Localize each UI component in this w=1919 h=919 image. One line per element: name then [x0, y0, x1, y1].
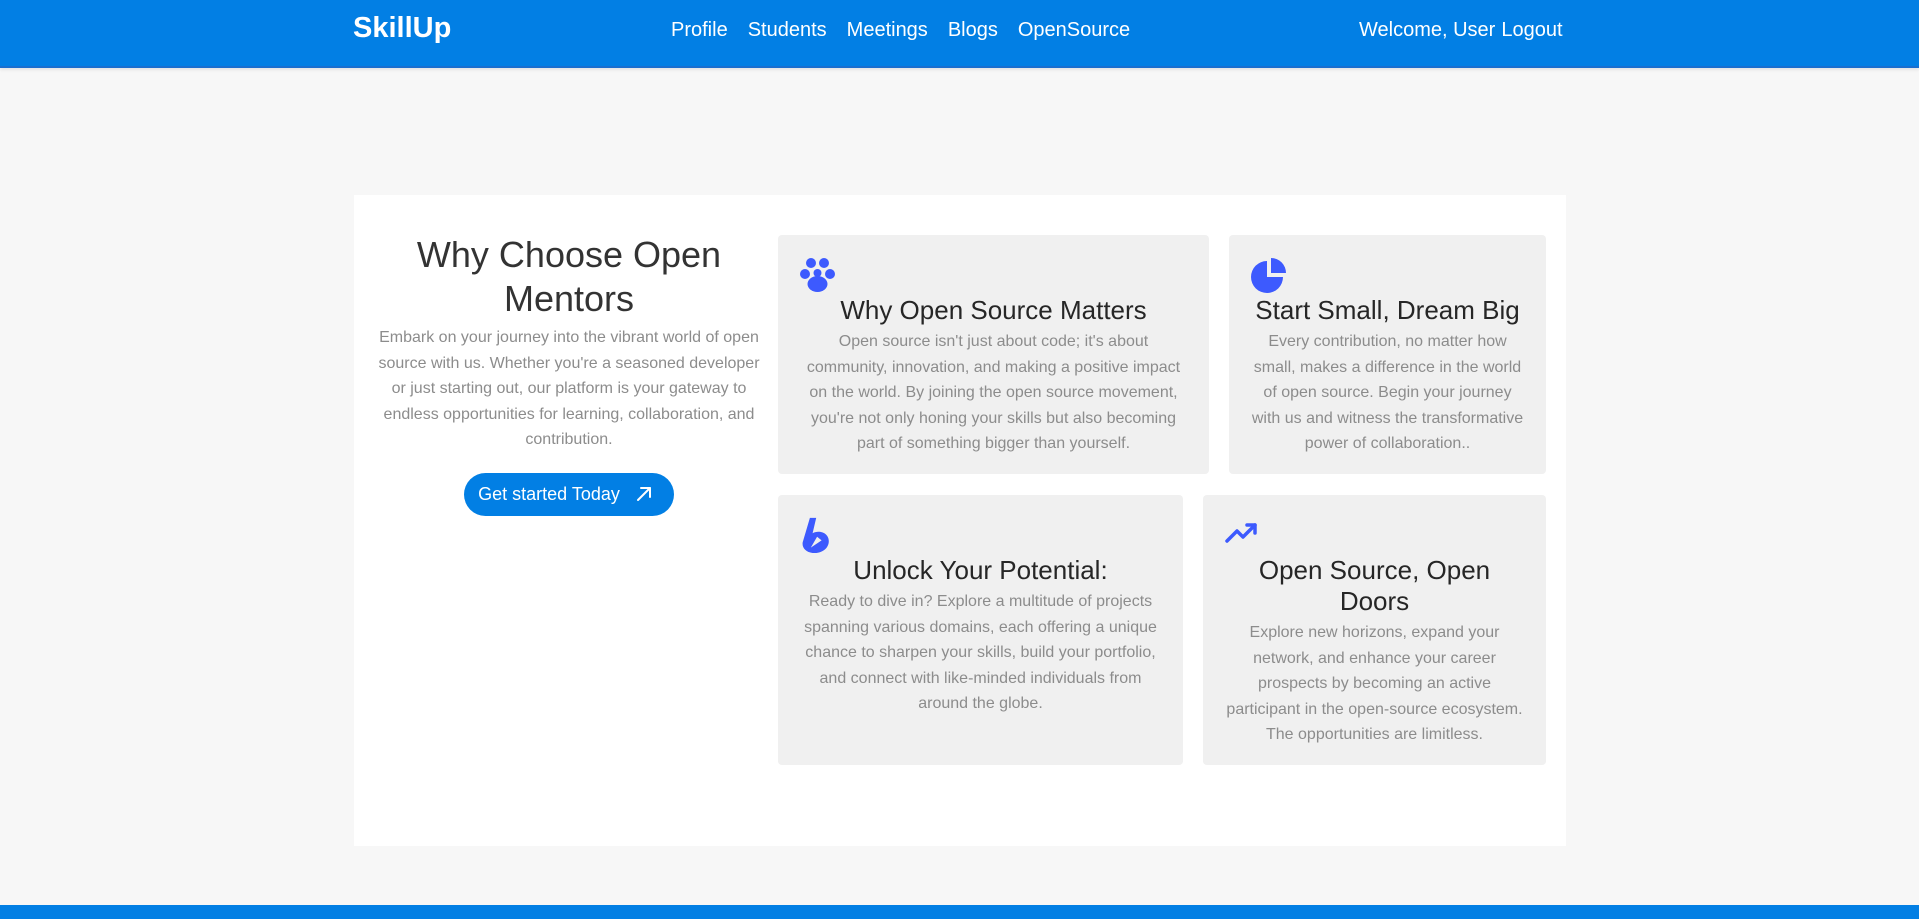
user-area: Welcome, User Logout	[1359, 19, 1563, 42]
nav-link-profile[interactable]: Profile	[671, 19, 728, 42]
section-description: Embark on your journey into the vibrant …	[378, 329, 760, 448]
feature-card-unlock-potential: Unlock Your Potential: Ready to dive in?…	[778, 495, 1183, 765]
feature-text: Open source isn't just about code; it's …	[806, 333, 1181, 452]
nav-links: Profile Students Meetings Blogs OpenSour…	[671, 19, 1130, 42]
nav-link-opensource[interactable]: OpenSource	[1018, 19, 1130, 42]
paw-icon	[800, 258, 835, 292]
feature-title: Start Small, Dream Big	[1255, 295, 1520, 325]
nav-link-meetings[interactable]: Meetings	[847, 19, 928, 42]
trending-up-icon	[1225, 523, 1257, 543]
feature-title: Unlock Your Potential:	[853, 555, 1108, 585]
feature-text: Ready to dive in? Explore a multitude of…	[804, 593, 1157, 712]
arrow-up-right-icon	[636, 487, 651, 501]
nav-link-blogs[interactable]: Blogs	[948, 19, 998, 42]
nav-link-students[interactable]: Students	[748, 19, 827, 42]
feature-card-open-doors: Open Source, Open Doors Explore new hori…	[1203, 495, 1546, 765]
get-started-button[interactable]: Get started Today	[464, 472, 674, 516]
logout-link[interactable]: Logout	[1501, 19, 1562, 42]
top-navbar: SkillUp Profile Students Meetings Blogs …	[0, 0, 1919, 68]
feature-text: Explore new horizons, expand your networ…	[1226, 624, 1523, 743]
feature-title: Why Open Source Matters	[840, 295, 1147, 325]
feature-title: Open Source, Open Doors	[1258, 555, 1491, 616]
footer-bar	[0, 905, 1919, 919]
intro-block: Why Choose Open Mentors Embark on your j…	[374, 233, 764, 516]
feature-card-why-open-source: Why Open Source Matters Open source isn'…	[778, 235, 1209, 474]
why-choose-section: Why Choose Open Mentors Embark on your j…	[354, 195, 1566, 846]
feature-card-start-small: Start Small, Dream Big Every contributio…	[1229, 235, 1546, 474]
get-started-label: Get started Today	[478, 483, 620, 504]
feature-text: Every contribution, no matter how small,…	[1251, 333, 1524, 452]
section-title: Why Choose Open Mentors	[416, 234, 722, 319]
brand-logo[interactable]: SkillUp	[353, 12, 451, 45]
lightning-icon	[802, 517, 829, 553]
pie-chart-icon	[1251, 258, 1286, 293]
welcome-text: Welcome, User	[1359, 19, 1496, 41]
